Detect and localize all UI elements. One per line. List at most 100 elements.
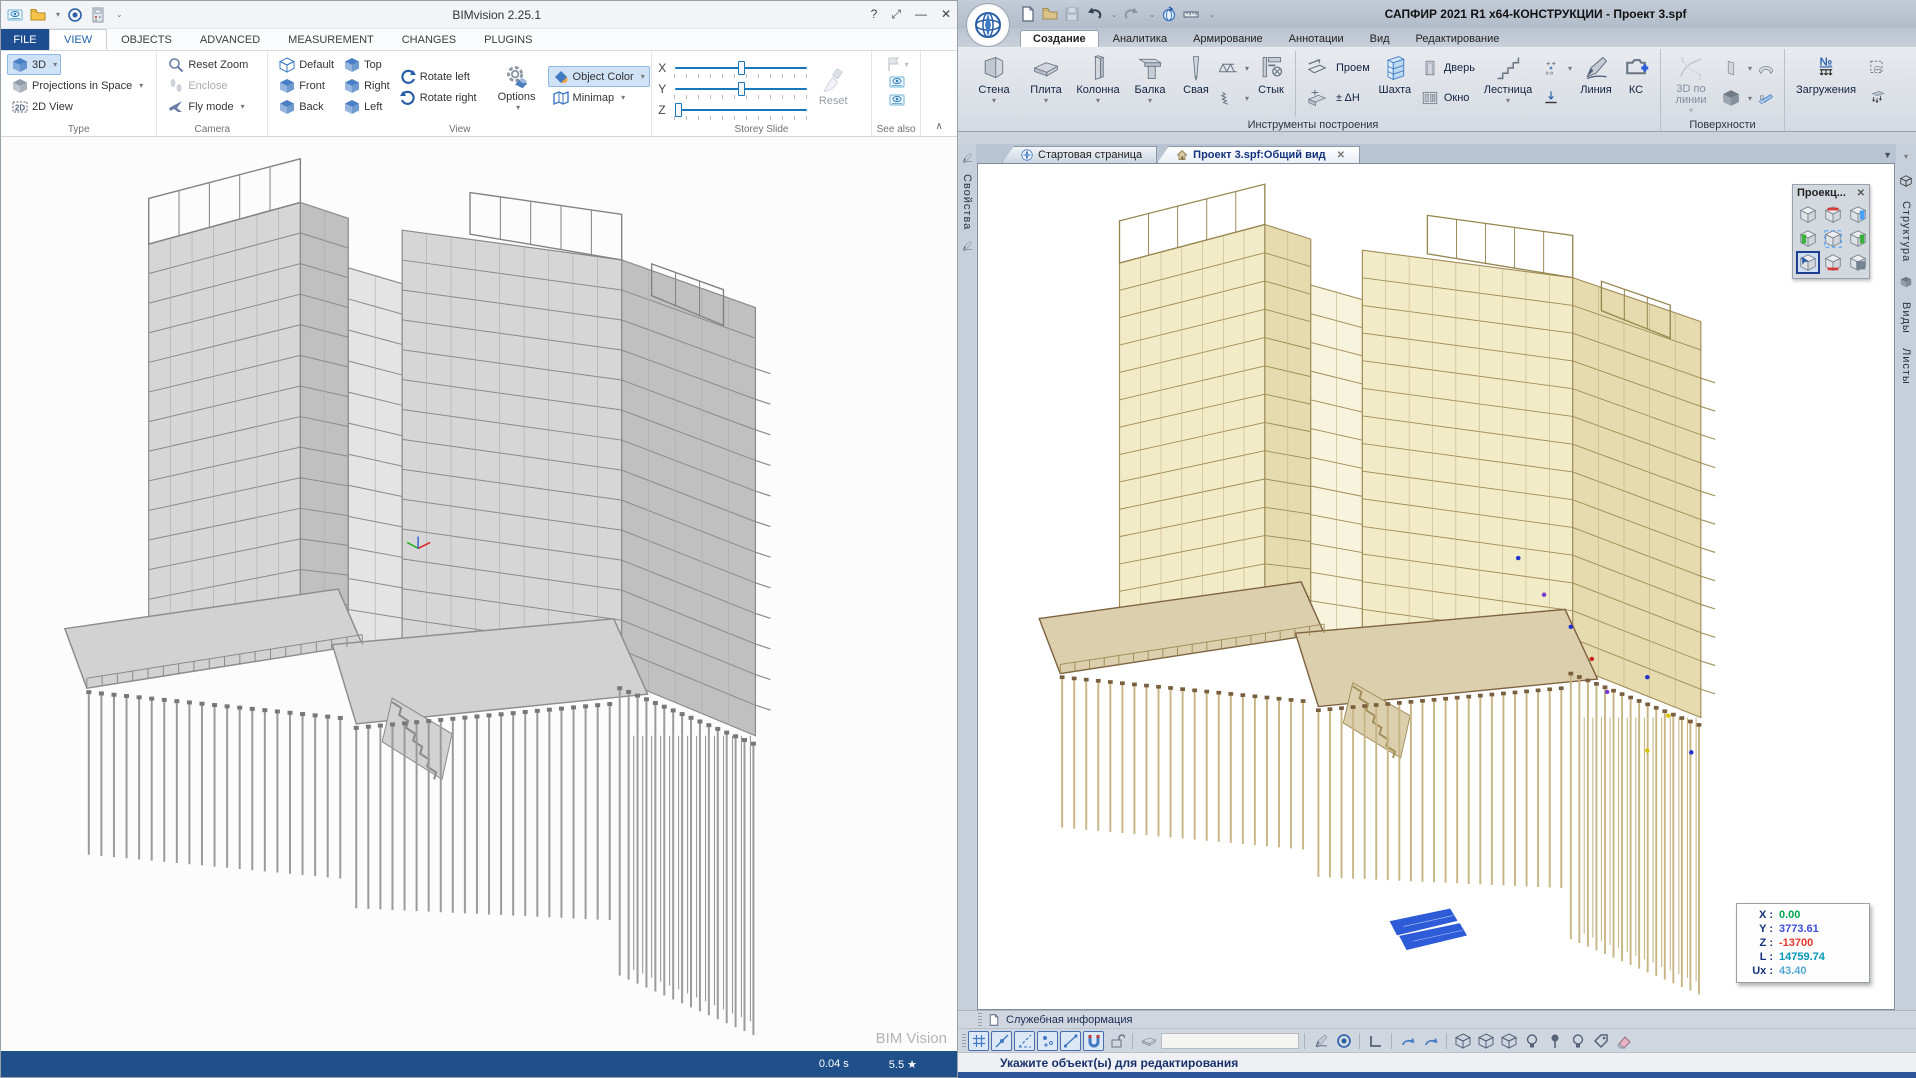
line-tool[interactable]: Линия [1574, 51, 1618, 96]
structure-panel-tab[interactable]: Структура [1900, 201, 1912, 262]
toolbar-grip[interactable] [978, 1013, 982, 1027]
default-view-button[interactable]: Default [274, 54, 339, 75]
tab-analitika[interactable]: Аналитика [1101, 31, 1179, 47]
delta-h-tool[interactable]: ± ΔН [1302, 87, 1370, 109]
tab-project-view[interactable]: Проект 3.spf:Общий вид ✕ [1157, 146, 1360, 163]
sheets-panel-tab[interactable]: Листы [1900, 348, 1912, 385]
tab-armirovanie[interactable]: Армирование [1181, 31, 1275, 47]
viewer-card-icon[interactable] [889, 92, 905, 108]
cube-button[interactable] [1475, 1031, 1496, 1051]
pencil-button[interactable] [1310, 1031, 1331, 1051]
loads-tool[interactable]: Загружения [1787, 51, 1865, 96]
grid-snap-button[interactable] [968, 1031, 989, 1051]
viewer-icon[interactable] [7, 7, 23, 23]
minimap-button[interactable]: Minimap▾ [548, 87, 650, 108]
pile-tool[interactable]: Свая [1176, 51, 1216, 96]
storey-slider-x[interactable] [674, 66, 808, 70]
save-icon[interactable] [1064, 6, 1080, 22]
stairs-tool[interactable]: Лестница▾ [1477, 51, 1539, 105]
cube-button[interactable] [1498, 1031, 1519, 1051]
left-view-button[interactable]: Left [339, 96, 395, 117]
close-button[interactable]: ✕ [941, 7, 951, 22]
toolbar-grip[interactable] [962, 1034, 966, 1048]
object-color-button[interactable]: Object Color▾ [548, 66, 650, 87]
segment-snap-button[interactable] [1060, 1031, 1081, 1051]
window-tool[interactable]: Окно [1420, 89, 1475, 107]
undo-icon[interactable] [1086, 6, 1102, 22]
spring-tool[interactable]: ▾ [1218, 89, 1249, 107]
tab-vid[interactable]: Вид [1358, 31, 1402, 47]
bulb-button[interactable] [1567, 1031, 1588, 1051]
calculator-icon[interactable] [90, 7, 106, 23]
ruler-icon[interactable] [1183, 6, 1199, 22]
reset-zoom-button[interactable]: Reset Zoom [163, 54, 263, 75]
projection-mode-double[interactable] [1846, 251, 1870, 274]
corner-button[interactable] [1365, 1031, 1386, 1051]
fly-mode-button[interactable]: Fly mode▾ [163, 96, 263, 117]
ribbon-collapse-button[interactable]: ∧ [921, 51, 957, 136]
views-panel-tab[interactable]: Виды [1900, 302, 1912, 334]
solid-surface-tool[interactable]: ▾ [1721, 89, 1752, 107]
projection-mode-right-green[interactable] [1846, 227, 1870, 250]
column-tool[interactable]: Колонна▾ [1072, 51, 1124, 105]
pin-button[interactable] [1544, 1031, 1565, 1051]
tab-measurement[interactable]: MEASUREMENT [274, 29, 388, 50]
eraser-button[interactable] [1613, 1031, 1634, 1051]
target-icon[interactable] [67, 7, 83, 23]
truss-tool[interactable]: ▾ [1218, 59, 1249, 77]
wall-tool[interactable]: Стена▾ [968, 51, 1020, 105]
projection-mode-left-green[interactable] [1796, 227, 1820, 250]
kc-tool[interactable]: КС [1618, 51, 1654, 96]
projection-mode-right-blue[interactable] [1846, 203, 1870, 226]
minimize-button[interactable]: — [915, 7, 927, 22]
back-view-button[interactable]: Back [274, 96, 339, 117]
redo-icon[interactable] [1124, 6, 1140, 22]
palette-close-icon[interactable]: ✕ [1857, 188, 1865, 199]
open-dropdown-icon[interactable]: ▾ [56, 10, 60, 19]
new-document-icon[interactable] [1020, 6, 1036, 22]
tab-annotacii[interactable]: Аннотации [1277, 31, 1356, 47]
joint-tool[interactable]: Стык [1251, 51, 1291, 96]
point-snap-button[interactable] [1037, 1031, 1058, 1051]
open-folder-icon[interactable] [1042, 6, 1058, 22]
close-tab-icon[interactable]: ✕ [1337, 150, 1345, 161]
magnet-button[interactable] [1083, 1031, 1104, 1051]
projection-mode-top-red[interactable] [1821, 203, 1845, 226]
enclose-button[interactable]: Enclose [163, 75, 263, 96]
front-view-button[interactable]: Front [274, 75, 339, 96]
tab-start-page[interactable]: Стартовая страница [1002, 146, 1157, 163]
tab-advanced[interactable]: ADVANCED [186, 29, 274, 50]
storey-reset-button[interactable]: Reset [818, 54, 848, 120]
axis-icon[interactable] [1900, 175, 1912, 187]
storey-slider-y[interactable] [674, 87, 808, 91]
tab-changes[interactable]: CHANGES [388, 29, 470, 50]
3d-by-line-tool[interactable]: 3D по линии▾ [1663, 51, 1719, 115]
tab-plugins[interactable]: PLUGINS [470, 29, 546, 50]
pencil-icon[interactable] [961, 152, 973, 164]
rotate-right-button[interactable]: Rotate right [395, 87, 482, 108]
sapfir-viewport[interactable]: Проекц... ✕ [977, 163, 1895, 1010]
qat-more-icon[interactable]: ⌄ [116, 10, 123, 19]
tab-sozdanie[interactable]: Создание [1020, 30, 1099, 47]
tab-redaktirovanie[interactable]: Редактирование [1404, 31, 1512, 47]
distributed-load-tool[interactable] [1867, 89, 1887, 107]
update-model-icon[interactable] [1161, 6, 1177, 22]
projection-mode-iso[interactable] [1796, 203, 1820, 226]
beam-tool[interactable]: Балка▾ [1124, 51, 1176, 105]
properties-panel-tab[interactable]: Свойства [961, 174, 973, 230]
rotate-y-button[interactable] [1420, 1031, 1441, 1051]
guide-snap-button[interactable] [1014, 1031, 1035, 1051]
tab-file[interactable]: FILE [1, 29, 49, 50]
tab-view[interactable]: VIEW [49, 29, 107, 50]
value-input[interactable] [1161, 1033, 1299, 1049]
service-info-label[interactable]: Служебная информация [1006, 1014, 1132, 1026]
points-grid-tool[interactable]: ▾ [1541, 59, 1572, 77]
3d-button[interactable]: 3D▾ [7, 54, 61, 75]
2d-view-button[interactable]: 2D View [7, 96, 152, 117]
right-view-button[interactable]: Right [339, 75, 395, 96]
projection-mode-fit[interactable] [1821, 227, 1845, 250]
shaft-tool[interactable]: Шахта [1372, 51, 1418, 96]
qat-more-icon[interactable]: ⌄ [1208, 10, 1215, 19]
level-anchor-tool[interactable] [1541, 89, 1572, 107]
open-folder-icon[interactable] [30, 7, 46, 23]
